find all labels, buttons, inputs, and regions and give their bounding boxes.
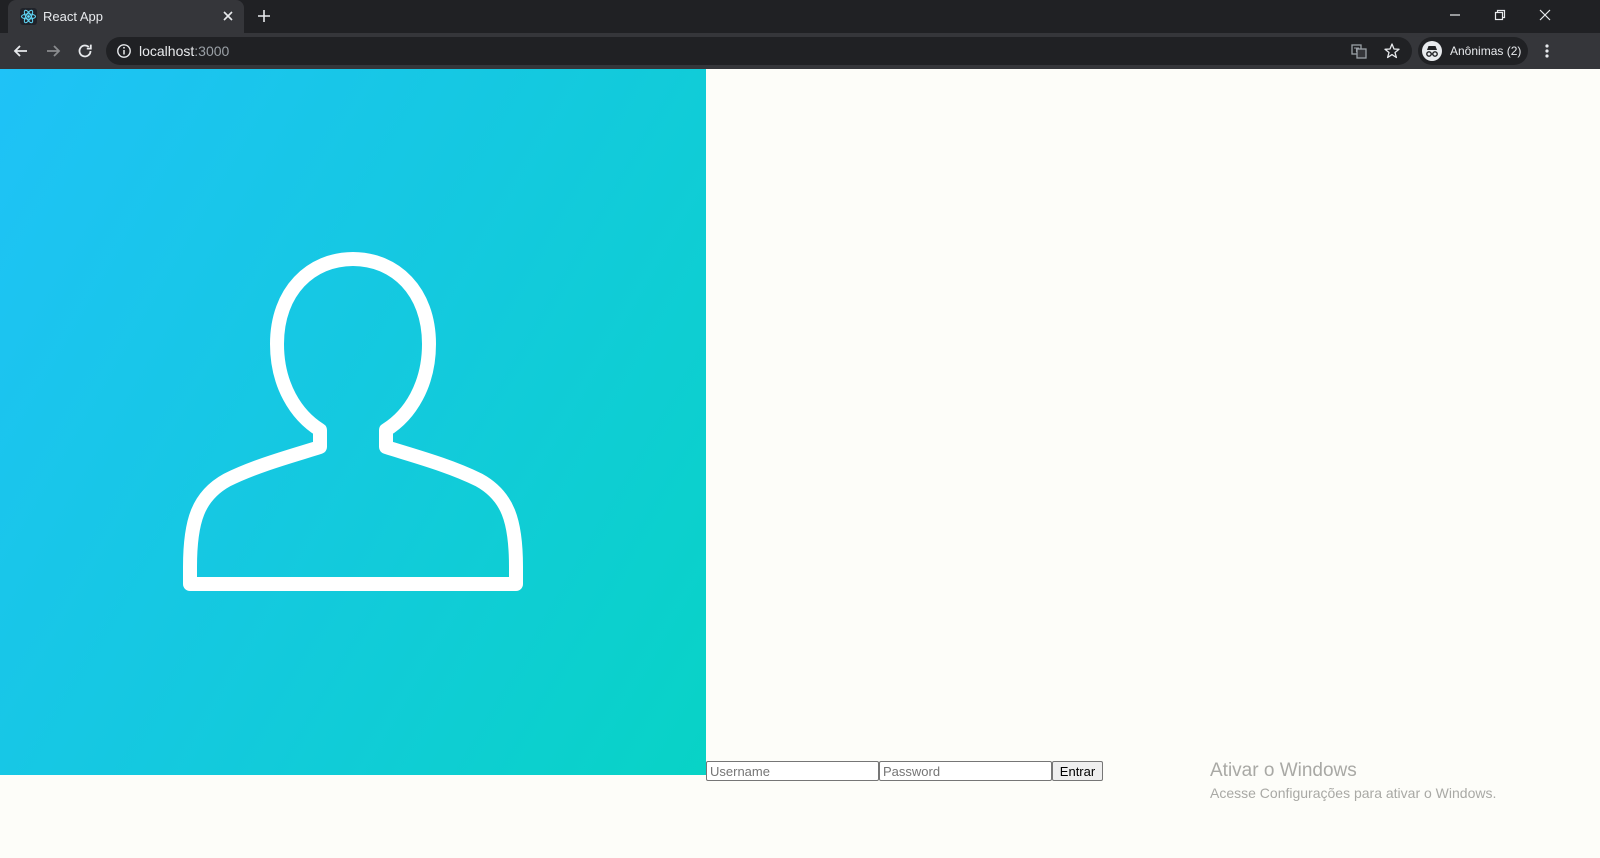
browser-window: React App localhost:3000 Anônimas (2) Us…	[0, 0, 1600, 858]
info-icon[interactable]	[116, 43, 132, 59]
forward-icon[interactable]	[44, 42, 62, 60]
browser-toolbar: localhost:3000 Anônimas (2)	[0, 33, 1600, 69]
password-input[interactable]	[879, 761, 1052, 781]
incognito-icon	[1422, 41, 1442, 61]
bookmark-star-icon[interactable]	[1383, 42, 1401, 60]
profile-label: Anônimas (2)	[1450, 44, 1522, 58]
address-bar[interactable]: localhost:3000	[106, 37, 1412, 65]
url-text: localhost:3000	[139, 43, 229, 59]
user-silhouette-icon	[183, 252, 523, 591]
restore-icon[interactable]	[1491, 6, 1509, 24]
url-port: :3000	[194, 43, 230, 59]
watermark-title: Ativar o Windows	[1210, 760, 1357, 781]
tab-close-icon[interactable]	[220, 8, 236, 24]
menu-icon[interactable]	[1538, 42, 1556, 60]
back-icon[interactable]	[12, 42, 30, 60]
translate-icon[interactable]	[1350, 42, 1368, 60]
username-input[interactable]	[706, 761, 879, 781]
windows-activation-watermark: Ativar o Windows Acesse Configurações pa…	[1210, 760, 1496, 801]
login-submit-button[interactable]: Entrar	[1052, 761, 1103, 781]
tab-react-app[interactable]: React App	[8, 0, 244, 33]
reload-icon[interactable]	[76, 42, 94, 60]
close-window-icon[interactable]	[1536, 6, 1554, 24]
url-host: localhost	[139, 43, 195, 59]
profile-button[interactable]: Anônimas (2)	[1418, 37, 1528, 65]
new-tab-icon[interactable]	[256, 8, 272, 24]
incognito-glyph-icon	[1426, 46, 1438, 57]
page-content: Entrar Ativar o Windows Acesse Configura…	[0, 69, 1600, 858]
hero-panel	[0, 69, 706, 775]
minimize-icon[interactable]	[1446, 6, 1464, 24]
react-favicon-icon	[20, 8, 37, 25]
watermark-subtitle: Acesse Configurações para ativar o Windo…	[1210, 785, 1497, 801]
tab-strip: React App	[0, 0, 1600, 33]
tab-title: React App	[43, 9, 103, 24]
